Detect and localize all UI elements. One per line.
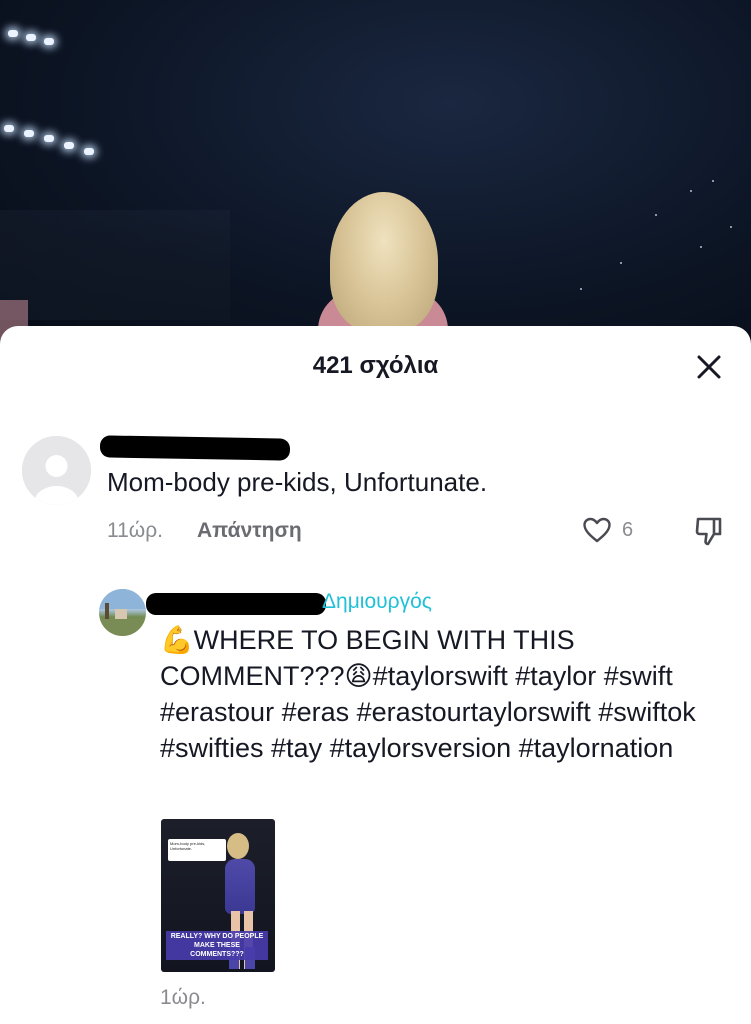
default-avatar-icon xyxy=(22,436,91,505)
thumbs-down-icon xyxy=(695,517,722,546)
stage-light xyxy=(26,34,36,41)
thumbnail-figure xyxy=(227,833,249,859)
comment-time: 11ώρ. xyxy=(107,519,163,542)
stage-light xyxy=(4,125,14,132)
performer-hair xyxy=(330,192,438,332)
comments-sheet: 421 σχόλια Mom-body pre-kids, Unfortunat… xyxy=(0,326,751,1024)
like-count: 6 xyxy=(622,518,634,541)
like-button[interactable]: 6 xyxy=(582,516,633,544)
thumbnail-comment-sticker: Mom-body pre-kids, Unfortunate. xyxy=(168,839,226,861)
comments-count-title: 421 σχόλια xyxy=(312,352,439,379)
crowd-light xyxy=(730,226,732,228)
crowd-light xyxy=(712,180,714,182)
crowd-light xyxy=(620,262,622,264)
reply-time: 1ώρ. xyxy=(160,986,206,1009)
heart-outline-icon xyxy=(583,517,611,543)
reply-text: 💪WHERE TO BEGIN WITH THIS COMMENT???😩#ta… xyxy=(160,625,696,763)
comment-text: Mom-body pre-kids, Unfortunate. xyxy=(107,467,488,497)
crowd-light xyxy=(700,246,702,248)
redacted-username xyxy=(146,593,326,615)
creator-avatar[interactable] xyxy=(99,589,146,636)
commenter-avatar[interactable] xyxy=(22,436,91,505)
stage-light xyxy=(64,142,74,149)
dislike-button[interactable] xyxy=(694,515,724,552)
creator-avatar-image xyxy=(99,589,146,636)
redacted-username xyxy=(99,435,291,461)
crowd-light xyxy=(580,288,582,290)
crowd-light xyxy=(690,190,692,192)
stage-light xyxy=(44,38,54,45)
reply-button[interactable]: Απάντηση xyxy=(197,519,302,543)
stage-light xyxy=(8,30,18,37)
video-background[interactable] xyxy=(0,0,751,345)
thumbnail-figure xyxy=(225,859,255,914)
close-icon xyxy=(697,355,721,379)
creator-badge: Δημιουργός xyxy=(322,590,432,613)
thumbnail-caption: REALLY? WHY DO PEOPLE MAKE THESE COMMENT… xyxy=(166,931,268,960)
video-reply-thumbnail[interactable]: Mom-body pre-kids, Unfortunate. REALLY? … xyxy=(161,819,275,972)
stage-light xyxy=(24,130,34,137)
stage-light xyxy=(44,135,54,142)
close-button[interactable] xyxy=(690,348,728,386)
stage-light xyxy=(84,148,94,155)
stage-truss xyxy=(0,210,230,320)
crowd-light xyxy=(655,214,657,216)
